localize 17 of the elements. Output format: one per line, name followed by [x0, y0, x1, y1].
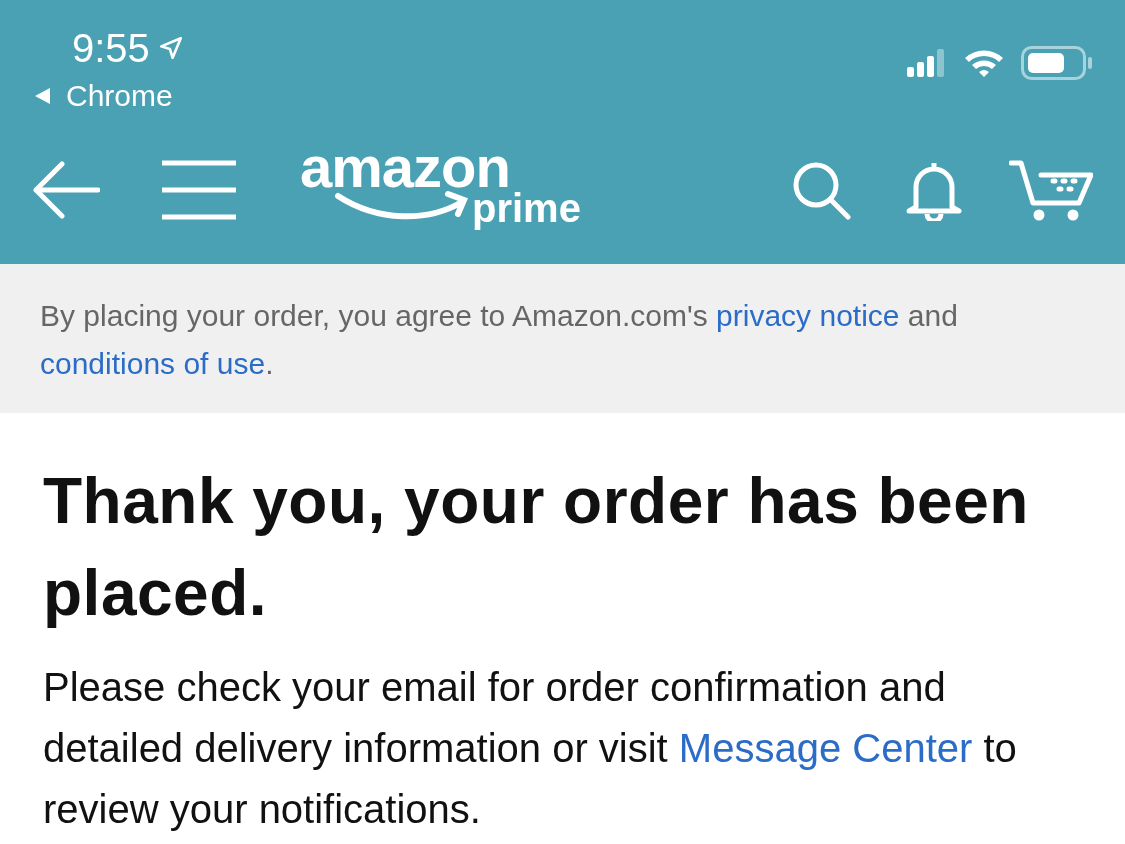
menu-icon[interactable] — [162, 160, 236, 220]
text-link[interactable]: conditions of use — [40, 347, 266, 380]
signal-icon — [907, 49, 947, 77]
search-icon[interactable] — [791, 160, 851, 220]
text-link[interactable]: privacy notice — [716, 299, 900, 332]
battery-icon — [1021, 46, 1093, 80]
location-arrow-icon — [157, 35, 184, 61]
text-link[interactable]: Message Center — [678, 726, 973, 770]
wifi-icon — [963, 48, 1005, 78]
amazon-prime-logo[interactable]: amazon prime — [300, 140, 600, 240]
agreement-notice: By placing your order, you agree to Amazon.com's privacy notice and conditions of use. — [40, 298, 959, 382]
back-arrow-icon[interactable] — [32, 161, 100, 219]
confirmation-heading: Thank you, your order has been placed. — [43, 464, 1030, 631]
confirmation-message: Please check your email for order confirmation and detailed delivery information or visit Message Center to review your notifications. — [43, 664, 1018, 833]
clock-time: 9:55 — [72, 25, 150, 72]
cart-icon[interactable] — [1009, 159, 1093, 221]
back-to-app-link[interactable]: Chrome — [32, 78, 184, 114]
